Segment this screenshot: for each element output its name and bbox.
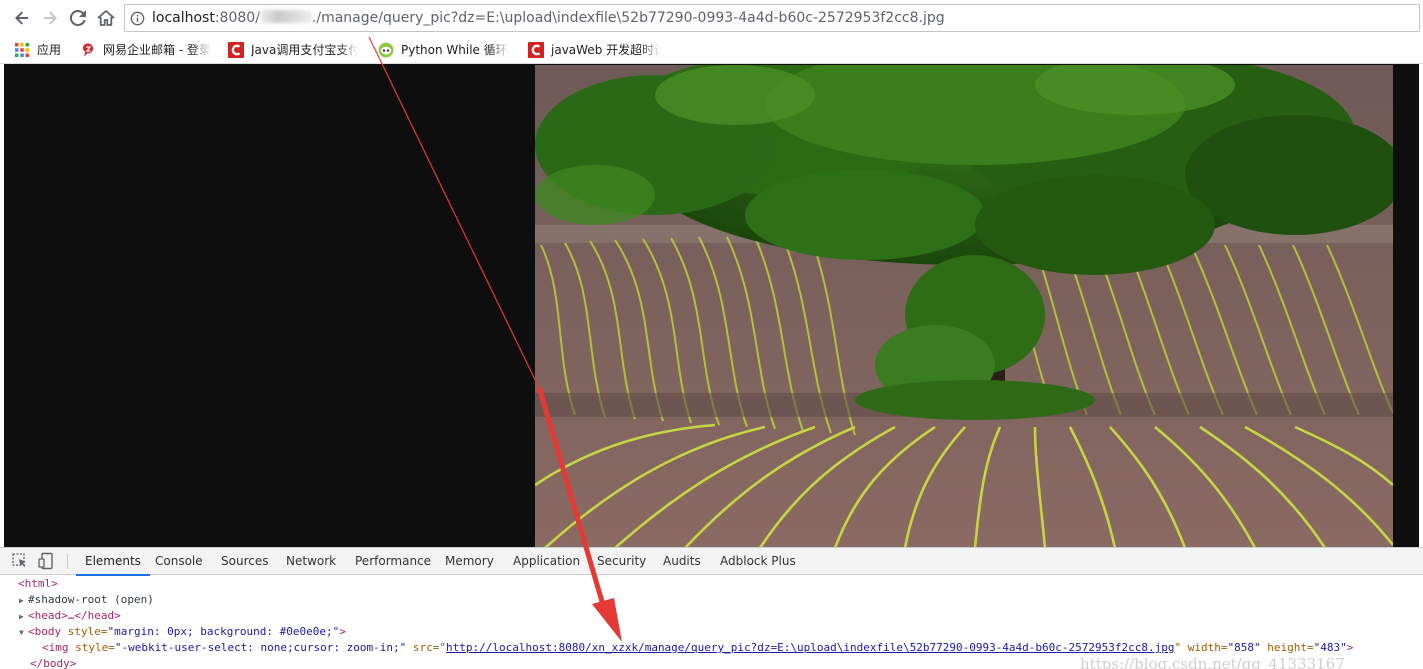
inspect-element-icon[interactable] [11,552,29,570]
dom-node-html[interactable]: <html> [18,576,58,592]
dom-attr-value: "-webkit-user-select: none;cursor: zoom-… [114,641,407,654]
dom-tag: > [1346,641,1354,654]
bookmark-label: Java调用支付宝支付 [251,43,359,57]
tab-memory[interactable]: Memory [445,548,494,575]
url-path: ./manage/query_pic?dz=E:\upload\indexfil… [311,10,945,26]
url-host: localhost [152,10,215,26]
csdn-icon [528,41,544,58]
dom-tag: <body [28,625,62,638]
dom-tag: > [339,625,346,638]
dom-tag: <html> [18,577,58,590]
dom-attr-name: style= [61,625,108,638]
tab-security[interactable]: Security [597,548,646,575]
expand-triangle-icon[interactable]: ▶ [19,593,28,609]
bookmark-javaweb-timeout[interactable]: javaWeb 开发超时设 [528,40,661,59]
browser-toolbar: localhost:8080/ ./manage/query_pic?dz=E:\… [0,0,1423,36]
viewport-left-edge [0,64,4,548]
forward-button[interactable] [38,6,62,30]
csdn-icon [228,41,244,58]
bookmark-netease-mail[interactable]: 网易企业邮箱 - 登录 [80,40,211,59]
url-text[interactable]: localhost:8080/ ./manage/query_pic?dz=E:\… [152,10,945,27]
dom-shadow-root-label: #shadow-root (open) [28,593,154,606]
dom-attr-value: "margin: 0px; background: #0e0e0e;" [107,625,340,638]
dom-node-body[interactable]: ▼ <body style="margin: 0px; background: #… [19,624,346,640]
expand-triangle-icon[interactable]: ▶ [19,609,28,625]
bookmark-label: javaWeb 开发超时设 [551,43,661,57]
arrow-right-icon [44,11,57,25]
bookmark-label: 应用 [37,43,62,57]
dom-node-head[interactable]: ▶ <head>…</head> [19,608,121,624]
reload-button[interactable] [66,6,90,30]
dom-node-img[interactable]: <img style="-webkit-user-select: none;cu… [42,640,1353,656]
elements-dom-tree: <html> ▶ #shadow-root (open) ▶ <head>…</he… [0,576,1423,669]
tree-field-image[interactable] [535,65,1393,548]
redacted-url-segment [259,10,312,23]
tab-sources[interactable]: Sources [221,548,268,575]
tab-network[interactable]: Network [286,548,336,575]
device-toolbar-icon[interactable] [38,552,56,570]
home-icon [97,10,115,26]
arrow-left-icon [15,11,28,25]
bookmark-python-while[interactable]: Python While 循环语 [378,40,509,59]
tab-audits[interactable]: Audits [663,548,701,575]
dom-attr-name: src=" [406,641,447,654]
dom-attr-value: "858" [1227,641,1261,654]
csdn-watermark: https://blog.csdn.net/qq_41333167 [1080,655,1345,669]
tab-performance[interactable]: Performance [355,548,431,575]
toolbar-separator [67,554,68,569]
dom-node-shadow-root[interactable]: ▶ #shadow-root (open) [19,592,154,608]
tab-elements[interactable]: Elements [76,548,150,576]
reload-icon [70,10,86,26]
address-bar[interactable]: localhost:8080/ ./manage/query_pic?dz=E:\… [124,4,1420,32]
home-button[interactable] [94,6,118,30]
dom-tag: </body> [30,657,77,669]
photo-content [535,65,1393,548]
runoob-icon [378,42,394,57]
dom-node-body-close[interactable]: </body> [30,656,76,669]
devtools-panel: Elements Console Sources Network Perform… [0,547,1423,669]
netease-icon [83,43,93,56]
dom-tag: <img [42,641,69,654]
bookmark-java-alipay[interactable]: Java调用支付宝支付 [228,40,359,59]
bookmarks-bar: 应用 网易企业邮箱 - 登录 Java调用支付宝支付 Python While … [0,36,1423,63]
dom-attr-name: style= [68,641,115,654]
apps-grid-icon [15,42,29,57]
dom-attr-name: height= [1260,641,1314,654]
bookmark-label: 网易企业邮箱 - 登录 [103,43,211,57]
info-icon[interactable] [130,11,145,26]
back-button[interactable] [10,6,34,30]
tab-application[interactable]: Application [513,548,580,575]
tab-console[interactable]: Console [155,548,203,575]
collapse-triangle-icon[interactable]: ▼ [19,625,28,641]
dom-attr-value: "483" [1313,641,1347,654]
url-port: :8080/ [214,10,260,26]
dom-tag: <head>…</head> [28,609,121,622]
page-viewport [0,63,1423,548]
bookmark-label: Python While 循环语 [401,43,509,57]
bookmark-apps[interactable]: 应用 [14,40,61,59]
viewport-right-edge [1419,64,1423,548]
dom-src-link[interactable]: http://localhost:8080/xn_xzxk/manage/que… [446,641,1174,654]
tab-adblock-plus[interactable]: Adblock Plus [720,548,796,575]
dom-attr-name: width= [1181,641,1228,654]
devtools-tab-bar: Elements Console Sources Network Perform… [0,548,1423,576]
